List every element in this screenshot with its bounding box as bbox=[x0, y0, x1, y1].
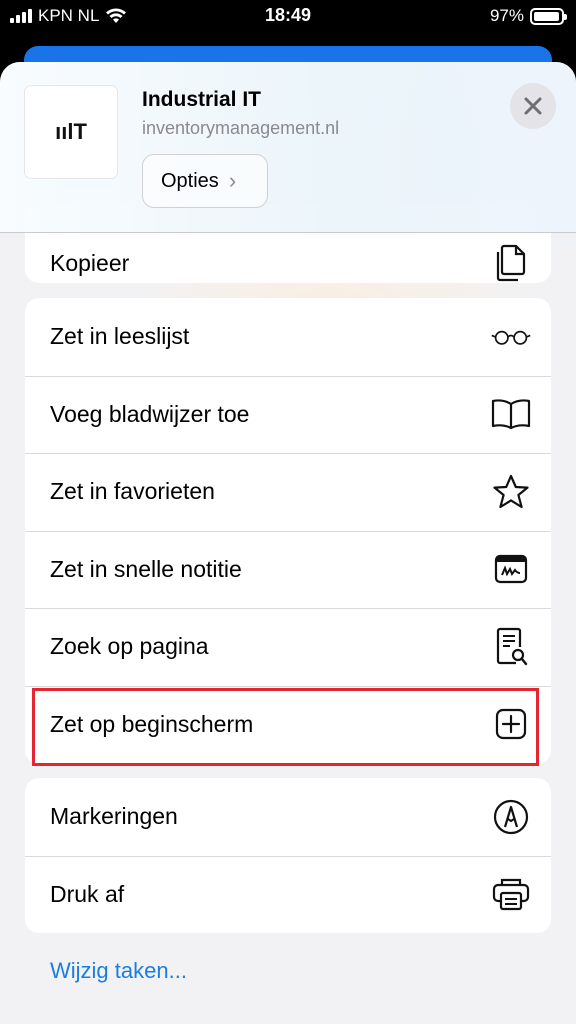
close-button[interactable] bbox=[510, 83, 556, 129]
site-logo-text: ıılT bbox=[55, 119, 87, 144]
markup-pen-icon bbox=[491, 797, 531, 837]
find-document-icon bbox=[491, 627, 531, 667]
star-icon bbox=[491, 472, 531, 512]
print-label: Druk af bbox=[50, 880, 125, 907]
status-bar: KPN NL 18:49 97% bbox=[0, 0, 576, 34]
add-bookmark-action[interactable]: Voeg bladwijzer toe bbox=[25, 375, 551, 454]
close-icon bbox=[524, 97, 542, 115]
book-icon bbox=[491, 394, 531, 434]
reading-list-action[interactable]: Zet in leeslijst bbox=[25, 298, 551, 376]
copy-label: Kopieer bbox=[50, 250, 130, 276]
favorites-action[interactable]: Zet in favorieten bbox=[25, 453, 551, 531]
options-label: Opties bbox=[161, 169, 219, 192]
find-on-page-action[interactable]: Zoek op pagina bbox=[25, 608, 551, 686]
site-title: Industrial IT bbox=[142, 88, 262, 111]
options-button[interactable]: Opties › bbox=[142, 154, 268, 208]
battery-icon bbox=[530, 7, 567, 25]
highlight-box bbox=[32, 688, 539, 766]
status-right: 97% bbox=[489, 6, 567, 26]
share-header: ıılT Industrial IT inventorymanagement.n… bbox=[0, 62, 576, 233]
chevron-right-icon: › bbox=[228, 168, 237, 193]
favorites-label: Zet in favorieten bbox=[50, 478, 215, 505]
print-action[interactable]: Druk af bbox=[25, 855, 551, 934]
reading-list-label: Zet in leeslijst bbox=[50, 323, 190, 350]
more-actions-group: Markeringen Druk af bbox=[25, 778, 551, 933]
find-on-page-label: Zoek op pagina bbox=[50, 633, 209, 660]
add-bookmark-label: Voeg bladwijzer toe bbox=[50, 400, 250, 427]
markup-action[interactable]: Markeringen bbox=[25, 778, 551, 856]
copy-icon bbox=[491, 242, 531, 282]
site-url: inventorymanagement.nl bbox=[142, 118, 340, 138]
glasses-icon bbox=[491, 317, 531, 357]
battery-percent: 97% bbox=[489, 6, 524, 25]
quick-note-label: Zet in snelle notitie bbox=[50, 555, 242, 582]
markup-label: Markeringen bbox=[50, 803, 178, 830]
printer-icon bbox=[491, 874, 531, 914]
quick-note-icon bbox=[491, 549, 531, 589]
quick-note-action[interactable]: Zet in snelle notitie bbox=[25, 530, 551, 609]
edit-actions-link[interactable]: Wijzig taken... bbox=[50, 958, 187, 984]
site-logo: ıılT bbox=[25, 86, 117, 178]
share-sheet: ıılT Industrial IT inventorymanagement.n… bbox=[0, 62, 576, 1024]
